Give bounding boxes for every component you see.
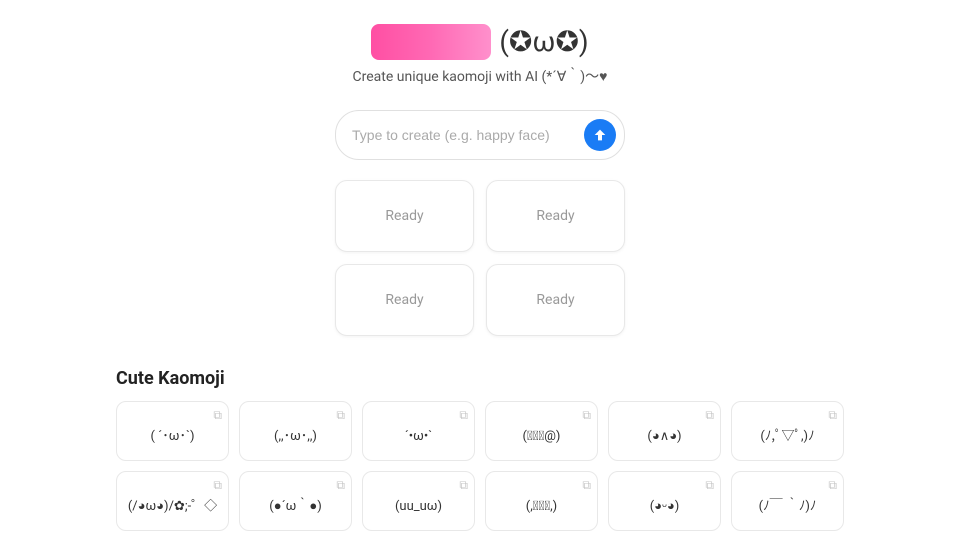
ready-card-2: Ready [486, 180, 625, 252]
copy-icon[interactable]: ⧉ [213, 408, 222, 423]
kaomoji-text: (ﾉ￣ ｀ﾉ)ﾉ [759, 498, 817, 516]
logo-bar [371, 24, 491, 60]
copy-icon[interactable]: ⧉ [336, 408, 345, 423]
search-button[interactable] [584, 119, 616, 151]
kaomoji-card: ⧉ (ﾟ▽ﾟ@) [485, 401, 598, 461]
kaomoji-text: (,,･ω･,,) [274, 428, 317, 446]
copy-icon[interactable]: ⧉ [336, 478, 345, 493]
kaomoji-text: (ﾟ▽ﾟ@) [523, 428, 561, 446]
kaomoji-card: ⧉ (,,･ω･,,) [239, 401, 352, 461]
kaomoji-card: ⧉ ( ´･ω･`) [116, 401, 229, 461]
copy-icon[interactable]: ⧉ [582, 408, 591, 423]
kaomoji-card: ⧉ (uu_uω) [362, 471, 475, 531]
kaomoji-text: (◕∧◕) [647, 428, 681, 446]
kaomoji-text: (,ﾟ▽ﾟ,) [526, 498, 557, 516]
copy-icon[interactable]: ⧉ [459, 478, 468, 493]
copy-icon[interactable]: ⧉ [705, 478, 714, 493]
tagline: Create unique kaomoji with AI (*´∀｀)～♥ [353, 66, 608, 86]
kaomoji-card: ⧉ (●´ω｀●) [239, 471, 352, 531]
logo-container: (✪ω✪) [371, 24, 588, 60]
copy-icon[interactable]: ⧉ [213, 478, 222, 493]
kaomoji-card: ⧉ (,ﾟ▽ﾟ,) [485, 471, 598, 531]
ready-card-1: Ready [335, 180, 474, 252]
ready-card-3: Ready [335, 264, 474, 336]
ready-card-4: Ready [486, 264, 625, 336]
kaomoji-text: ( ´･ω･`) [150, 428, 194, 446]
copy-icon[interactable]: ⧉ [459, 408, 468, 423]
kaomoji-row-2: ⧉ (/◕ω◕)/✿;-゜◇ ⧉ (●´ω｀●) ⧉ (uu_uω) ⧉ (,ﾟ… [116, 471, 844, 531]
kaomoji-card: ⧉ ´•ω•` [362, 401, 475, 461]
search-input[interactable] [352, 127, 584, 143]
kaomoji-text: (●´ω｀●) [269, 498, 321, 516]
logo-emoji: (✪ω✪) [499, 28, 588, 56]
header: (✪ω✪) Create unique kaomoji with AI (*´∀… [353, 24, 608, 86]
kaomoji-text: (uu_uω) [395, 498, 442, 516]
page-container: (✪ω✪) Create unique kaomoji with AI (*´∀… [0, 0, 960, 541]
kaomoji-section: Cute Kaomoji ⧉ ( ´･ω･`) ⧉ (,,･ω･,,) ⧉ ´•… [100, 368, 860, 541]
copy-icon[interactable]: ⧉ [828, 408, 837, 423]
kaomoji-card: ⧉ (ﾉ￣ ｀ﾉ)ﾉ [731, 471, 844, 531]
kaomoji-text: (◕ᵕ◕) [650, 498, 680, 516]
arrow-up-icon [592, 127, 608, 143]
kaomoji-card: ⧉ (◕ᵕ◕) [608, 471, 721, 531]
copy-icon[interactable]: ⧉ [828, 478, 837, 493]
kaomoji-text: (/◕ω◕)/✿;-゜◇ [128, 498, 217, 516]
copy-icon[interactable]: ⧉ [705, 408, 714, 423]
copy-icon[interactable]: ⧉ [582, 478, 591, 493]
kaomoji-text: (ﾉ,ﾟ▽ﾟ,)ﾉ [760, 428, 814, 446]
kaomoji-card: ⧉ (/◕ω◕)/✿;-゜◇ [116, 471, 229, 531]
kaomoji-card: ⧉ (ﾉ,ﾟ▽ﾟ,)ﾉ [731, 401, 844, 461]
ready-cards-grid: Ready Ready Ready Ready [335, 180, 625, 336]
section-title: Cute Kaomoji [116, 368, 844, 389]
kaomoji-card: ⧉ (◕∧◕) [608, 401, 721, 461]
kaomoji-row-1: ⧉ ( ´･ω･`) ⧉ (,,･ω･,,) ⧉ ´•ω•` ⧉ (ﾟ▽ﾟ@) … [116, 401, 844, 461]
search-container [335, 110, 625, 160]
kaomoji-text: ´•ω•` [405, 428, 433, 446]
